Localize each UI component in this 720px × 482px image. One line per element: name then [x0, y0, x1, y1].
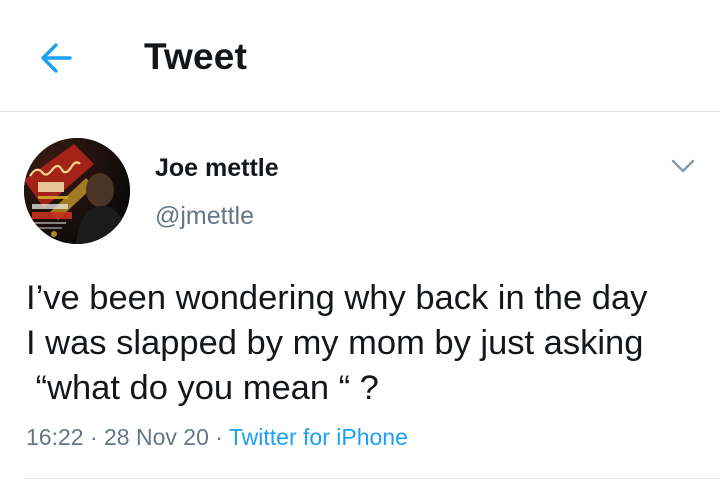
- chevron-down-icon: [671, 159, 695, 173]
- tweet-text: I’ve been wondering why back in the day …: [26, 276, 716, 411]
- tweet-text-line: I was slapped by my mom by just asking: [26, 324, 644, 362]
- tweet-time: 16:22: [26, 424, 84, 450]
- tweet-date: 28 Nov 20: [104, 424, 209, 450]
- back-button[interactable]: [34, 36, 78, 80]
- meta-separator: ·: [208, 424, 229, 450]
- tweet-text-line: I’ve been wondering why back in the day: [26, 279, 648, 317]
- top-bar: Tweet: [0, 0, 720, 112]
- avatar[interactable]: [24, 138, 130, 244]
- divider: [24, 478, 720, 479]
- page-title: Tweet: [144, 36, 248, 77]
- tweet-menu-button[interactable]: [668, 154, 698, 178]
- arrow-left-icon: [41, 43, 72, 73]
- author-handle[interactable]: @jmettle: [155, 202, 254, 231]
- avatar-image: [24, 138, 130, 244]
- tweet-source-link[interactable]: Twitter for iPhone: [229, 424, 408, 450]
- tweet-metadata: 16:22 · 28 Nov 20 · Twitter for iPhone: [26, 424, 408, 451]
- author-name[interactable]: Joe mettle: [155, 154, 279, 183]
- tweet-text-line: “what do you mean “ ?: [26, 369, 379, 407]
- meta-separator: ·: [83, 424, 105, 450]
